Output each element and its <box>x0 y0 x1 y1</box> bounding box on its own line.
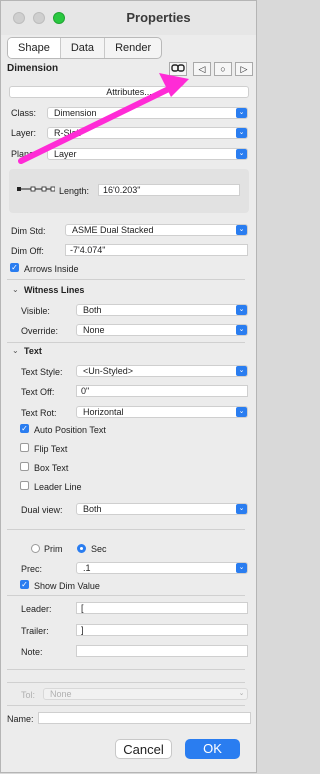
properties-window: Properties Shape Data Render Dimension ◁… <box>0 0 257 773</box>
annotation-arrow <box>18 73 189 164</box>
